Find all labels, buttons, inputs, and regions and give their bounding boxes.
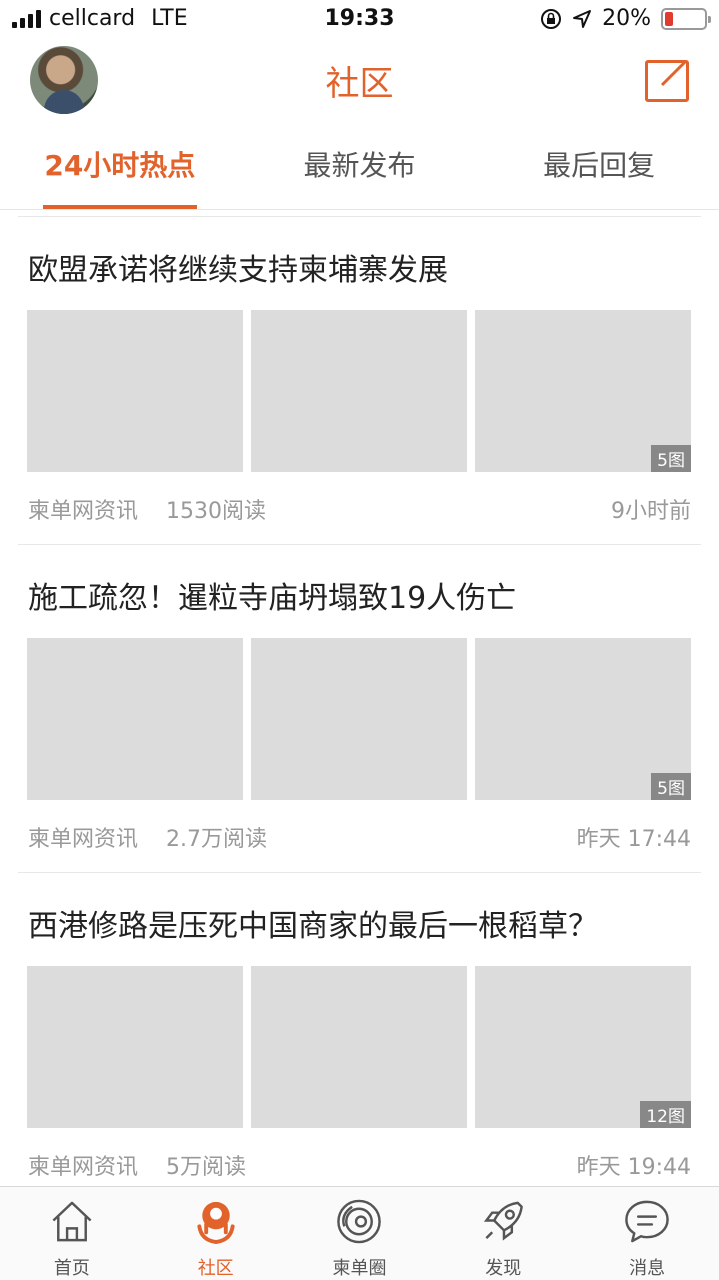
image-count-badge: 5图 xyxy=(651,773,691,800)
page-title: 社区 xyxy=(325,64,394,104)
article-image[interactable] xyxy=(251,638,467,800)
article-images: 12图 xyxy=(27,966,691,1128)
header: 社区 xyxy=(0,40,719,124)
battery-icon xyxy=(661,7,711,30)
battery-level xyxy=(665,11,673,26)
image-count-badge: 12图 xyxy=(640,1101,691,1128)
article-image[interactable] xyxy=(27,638,243,800)
article-meta: 柬单网资讯 2.7万阅读 昨天 17:44 xyxy=(28,821,691,853)
message-icon xyxy=(625,1200,669,1243)
article-meta: 柬单网资讯 1530阅读 9小时前 xyxy=(28,493,691,525)
article-title[interactable]: 施工疏忽！暹粒寺庙坍塌致19人伤亡 xyxy=(28,573,516,617)
article-time: 9小时前 xyxy=(611,499,691,524)
article-feed: 欧盟承诺将继续支持柬埔寨发展 5图 柬单网资讯 1530阅读 9小时前 施工疏忽… xyxy=(0,216,719,1200)
tab-last-reply[interactable]: 最后回复 xyxy=(479,124,719,209)
article-reads: 5万阅读 xyxy=(166,1155,247,1180)
article-item[interactable]: 西港修路是压死中国商家的最后一根稻草？ 12图 柬单网资讯 5万阅读 昨天 19… xyxy=(0,873,719,1200)
article-time: 昨天 17:44 xyxy=(576,827,691,852)
article-image[interactable] xyxy=(251,310,467,472)
article-reads: 2.7万阅读 xyxy=(166,827,268,852)
status-bar: cellcard LTE 19:33 20% xyxy=(0,0,719,40)
circle-icon xyxy=(337,1199,382,1244)
rotation-lock-icon xyxy=(541,8,562,29)
home-icon xyxy=(52,1201,92,1242)
article-image[interactable]: 5图 xyxy=(475,638,691,800)
bottom-tab-bar: 首页 社区 柬单圈 发现 消息 xyxy=(0,1186,719,1280)
article-item[interactable]: 施工疏忽！暹粒寺庙坍塌致19人伤亡 5图 柬单网资讯 2.7万阅读 昨天 17:… xyxy=(0,545,719,872)
article-source: 柬单网资讯 xyxy=(28,1155,139,1180)
article-source: 柬单网资讯 xyxy=(28,499,139,524)
tab-24h-hot[interactable]: 24小时热点 xyxy=(0,124,240,209)
article-images: 5图 xyxy=(27,638,691,800)
compose-icon xyxy=(660,59,688,87)
rocket-icon xyxy=(484,1201,524,1241)
article-reads: 1530阅读 xyxy=(166,499,267,524)
tab-latest[interactable]: 最新发布 xyxy=(240,124,480,209)
tabbar-item-circle[interactable]: 柬单圈 xyxy=(288,1187,432,1280)
tabbar-item-home[interactable]: 首页 xyxy=(0,1187,144,1280)
image-count-badge: 5图 xyxy=(651,445,691,472)
article-title[interactable]: 欧盟承诺将继续支持柬埔寨发展 xyxy=(28,245,448,289)
tabbar-label: 柬单圈 xyxy=(332,1258,387,1279)
tabbar-label: 发现 xyxy=(485,1258,522,1279)
tabbar-label: 消息 xyxy=(629,1258,666,1279)
tabbar-label: 首页 xyxy=(53,1258,90,1279)
community-icon xyxy=(197,1201,235,1245)
compose-button[interactable] xyxy=(645,59,689,102)
article-image[interactable] xyxy=(27,310,243,472)
status-right: 20% xyxy=(540,6,711,31)
tabbar-item-discover[interactable]: 发现 xyxy=(431,1187,575,1280)
article-source: 柬单网资讯 xyxy=(28,827,139,852)
feed-tabs: 24小时热点 最新发布 最后回复 xyxy=(0,124,719,210)
tabbar-label: 社区 xyxy=(197,1258,234,1279)
article-image[interactable] xyxy=(27,966,243,1128)
article-images: 5图 xyxy=(27,310,691,472)
article-time: 昨天 19:44 xyxy=(576,1155,691,1180)
article-image[interactable] xyxy=(251,966,467,1128)
tabbar-item-community[interactable]: 社区 xyxy=(144,1187,288,1280)
battery-percent: 20% xyxy=(602,6,651,31)
article-image[interactable]: 12图 xyxy=(475,966,691,1128)
article-item[interactable]: 欧盟承诺将继续支持柬埔寨发展 5图 柬单网资讯 1530阅读 9小时前 xyxy=(0,217,719,544)
article-image[interactable]: 5图 xyxy=(475,310,691,472)
article-meta: 柬单网资讯 5万阅读 昨天 19:44 xyxy=(28,1149,691,1181)
tabbar-item-messages[interactable]: 消息 xyxy=(575,1187,719,1280)
article-title[interactable]: 西港修路是压死中国商家的最后一根稻草？ xyxy=(28,901,598,945)
location-icon xyxy=(573,9,592,28)
